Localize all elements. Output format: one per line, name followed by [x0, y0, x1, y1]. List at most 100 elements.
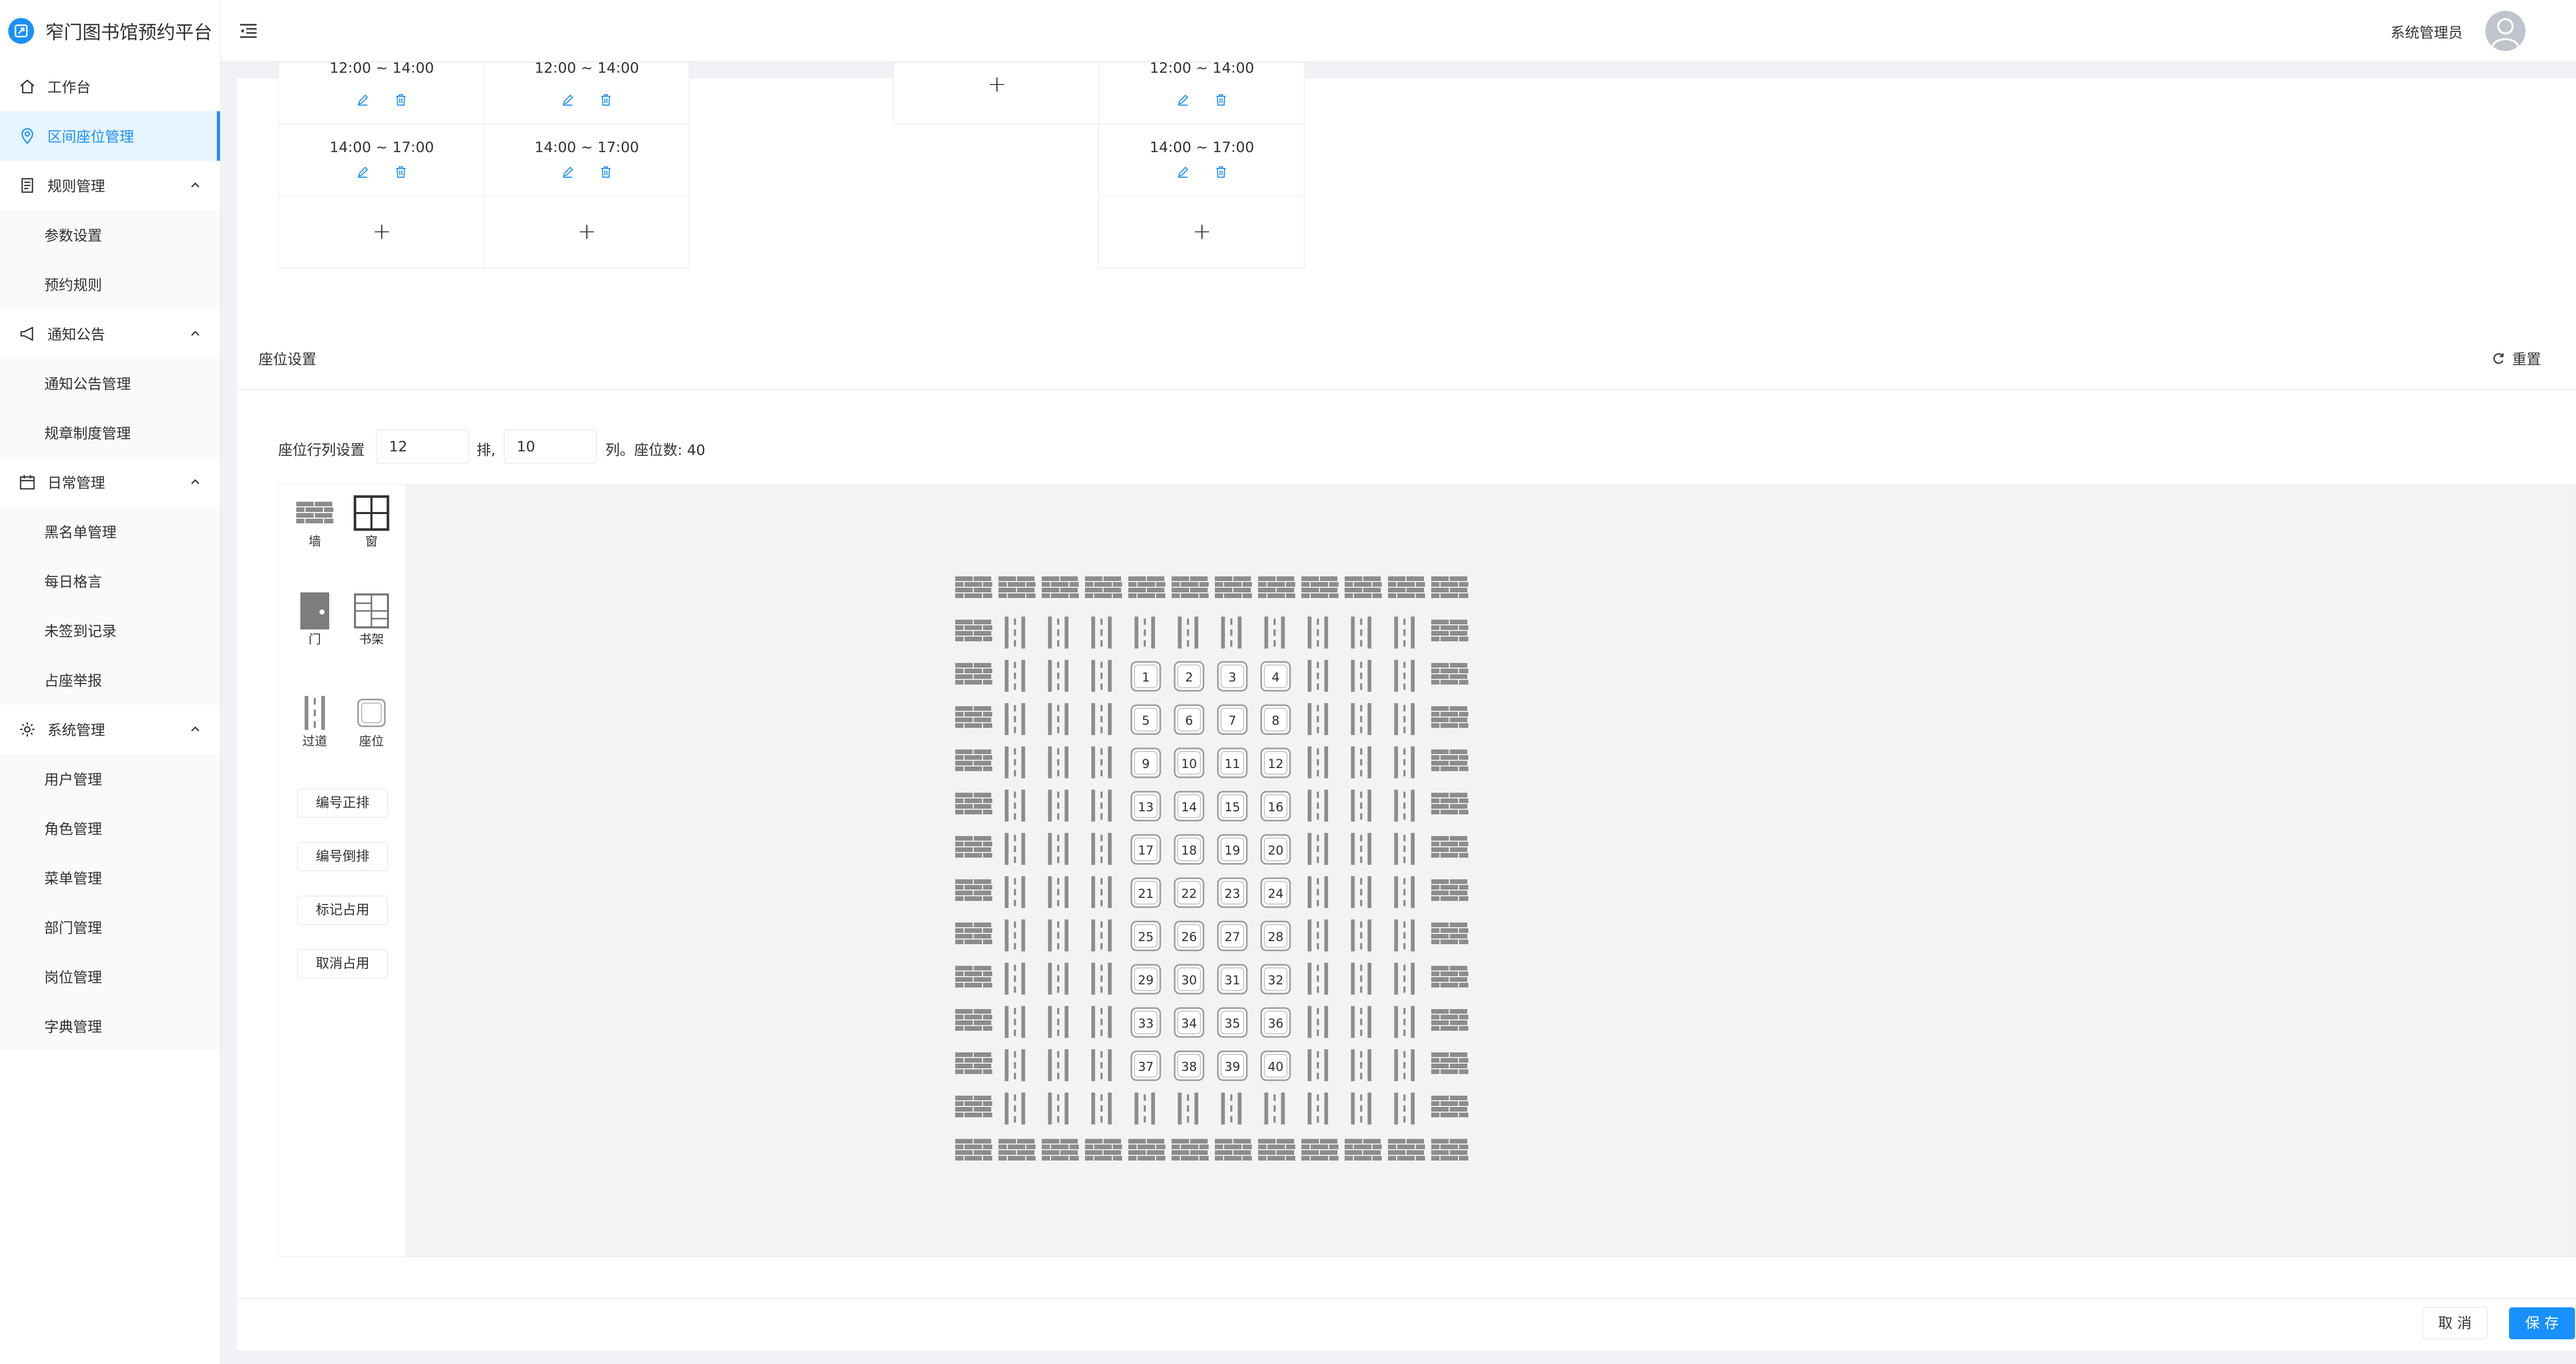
add-slot-button[interactable]: + [279, 218, 485, 245]
seat[interactable]: 21 [1130, 877, 1161, 908]
seat[interactable]: 2 [1174, 661, 1205, 692]
wall-cell [955, 576, 992, 598]
edit-icon[interactable] [356, 93, 369, 109]
seat[interactable]: 14 [1174, 791, 1205, 822]
seat[interactable]: 13 [1130, 791, 1161, 822]
seat[interactable]: 38 [1174, 1050, 1205, 1081]
sidebar-subitem[interactable]: 规章制度管理 [0, 408, 220, 457]
edit-icon[interactable] [561, 93, 574, 109]
aisle-cell [1048, 790, 1069, 822]
seat[interactable]: 10 [1174, 747, 1205, 778]
sidebar-subitem[interactable]: 字典管理 [0, 1001, 220, 1051]
sidebar-item[interactable]: 区间座位管理 [0, 111, 220, 161]
seat[interactable]: 6 [1174, 704, 1205, 735]
seat[interactable]: 32 [1260, 964, 1291, 995]
edit-icon[interactable] [356, 165, 369, 181]
edit-icon[interactable] [1176, 93, 1190, 109]
sidebar-menu: 工作台区间座位管理规则管理 参数设置 预约规则 通知公告 通知公告管理 规章制度管理 日常管… [0, 62, 220, 1051]
sidebar-item[interactable]: 日常管理 [0, 457, 220, 507]
seat[interactable]: 31 [1217, 964, 1248, 995]
sidebar-subitem[interactable]: 参数设置 [0, 210, 220, 260]
seat[interactable]: 27 [1217, 920, 1248, 951]
avatar[interactable] [2485, 11, 2526, 51]
sidebar-subitem[interactable]: 通知公告管理 [0, 359, 220, 408]
delete-icon[interactable] [1214, 93, 1228, 109]
delete-icon[interactable] [599, 165, 613, 181]
seat[interactable]: 15 [1217, 791, 1248, 822]
seat[interactable]: 39 [1217, 1050, 1248, 1081]
add-slot-button[interactable]: + [894, 71, 1100, 97]
reset-button[interactable]: 重置 [2492, 348, 2541, 369]
seat[interactable]: 5 [1130, 704, 1161, 735]
user-name[interactable]: 系统管理员 [2391, 22, 2463, 42]
seat[interactable]: 3 [1217, 661, 1248, 692]
seat[interactable]: 7 [1217, 704, 1248, 735]
seat[interactable]: 18 [1174, 834, 1205, 865]
seat[interactable]: 29 [1130, 964, 1161, 995]
sidebar-subitem[interactable]: 部门管理 [0, 902, 220, 952]
seat[interactable]: 37 [1130, 1050, 1161, 1081]
edit-icon[interactable] [1176, 165, 1190, 181]
delete-icon[interactable] [394, 165, 408, 181]
seat[interactable]: 17 [1130, 834, 1161, 865]
seat[interactable]: 8 [1260, 704, 1291, 735]
seat[interactable]: 16 [1260, 791, 1291, 822]
aisle-cell [1178, 617, 1198, 649]
seat[interactable]: 19 [1217, 834, 1248, 865]
time-slot-label: 12:00 ~ 14:00 [534, 59, 639, 76]
seat[interactable]: 30 [1174, 964, 1205, 995]
cols-input[interactable]: 10 [504, 430, 597, 464]
sidebar-subitem[interactable]: 占座举报 [0, 655, 220, 705]
rows-input[interactable]: 12 [376, 430, 469, 464]
seat[interactable]: 12 [1260, 747, 1291, 778]
sidebar-subitem[interactable]: 预约规则 [0, 260, 220, 309]
aisle-cell [1005, 790, 1025, 822]
seat[interactable]: 34 [1174, 1007, 1205, 1038]
seat[interactable]: 33 [1130, 1007, 1161, 1038]
sidebar-subitem[interactable]: 未签到记录 [0, 606, 220, 655]
sidebar-subitem[interactable]: 用户管理 [0, 754, 220, 804]
sidebar-subitem[interactable]: 每日格言 [0, 556, 220, 606]
seat[interactable]: 20 [1260, 834, 1291, 865]
add-slot-button[interactable]: + [484, 218, 690, 245]
seat[interactable]: 24 [1260, 877, 1291, 908]
delete-icon[interactable] [599, 93, 613, 109]
seat[interactable]: 40 [1260, 1050, 1291, 1081]
sidebar-subitem[interactable]: 角色管理 [0, 804, 220, 853]
seat[interactable]: 11 [1217, 747, 1248, 778]
seat[interactable]: 28 [1260, 920, 1291, 951]
wall-cell [955, 706, 992, 728]
sidebar-subitem[interactable]: 菜单管理 [0, 853, 220, 902]
wall-cell [998, 1139, 1036, 1161]
sidebar-subitem[interactable]: 岗位管理 [0, 952, 220, 1001]
sidebar-item-label: 工作台 [47, 79, 91, 96]
aisle-cell [1394, 876, 1415, 908]
sidebar-item-label: 区间座位管理 [47, 128, 134, 145]
calendar-icon [19, 473, 36, 491]
seat-number: 32 [1268, 973, 1284, 987]
seat[interactable]: 35 [1217, 1007, 1248, 1038]
sidebar-item[interactable]: 规则管理 [0, 161, 220, 210]
sidebar-subitem[interactable]: 黑名单管理 [0, 507, 220, 556]
save-button[interactable]: 保 存 [2509, 1307, 2575, 1339]
add-slot-button[interactable]: + [1099, 218, 1305, 245]
delete-icon[interactable] [1214, 165, 1228, 181]
seat[interactable]: 1 [1130, 661, 1161, 692]
sidebar-item[interactable]: 系统管理 [0, 705, 220, 754]
sidebar-item[interactable]: 工作台 [0, 62, 220, 111]
seat[interactable]: 23 [1217, 877, 1248, 908]
seat[interactable]: 4 [1260, 661, 1291, 692]
delete-icon[interactable] [394, 93, 408, 109]
seat[interactable]: 26 [1174, 920, 1205, 951]
time-slot-label: 14:00 ~ 17:00 [329, 139, 434, 156]
sidebar-item[interactable]: 通知公告 [0, 309, 220, 359]
seat[interactable]: 22 [1174, 877, 1205, 908]
aisle-cell [1394, 617, 1415, 649]
seat[interactable]: 36 [1260, 1007, 1291, 1038]
menu-toggle-icon[interactable] [238, 21, 259, 41]
edit-icon[interactable] [561, 165, 574, 181]
seat[interactable]: 9 [1130, 747, 1161, 778]
seat[interactable]: 25 [1130, 920, 1161, 951]
cancel-button[interactable]: 取 消 [2422, 1307, 2487, 1339]
seat-number: 2 [1185, 670, 1193, 685]
